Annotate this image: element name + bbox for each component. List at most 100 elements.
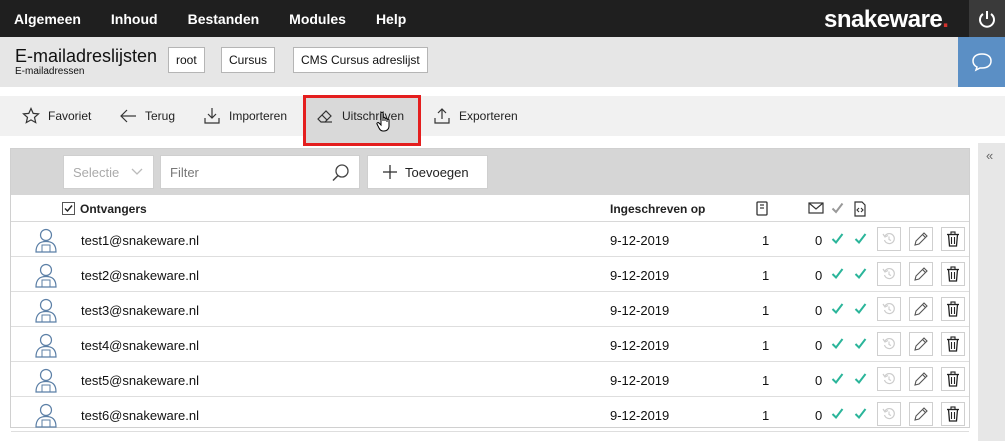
pencil-icon (914, 302, 928, 316)
arrow-left-icon (120, 109, 136, 123)
table-row[interactable]: test4@snakeware.nl 9-12-2019 1 0 (11, 327, 969, 362)
chat-button[interactable] (958, 37, 1005, 87)
pencil-icon (914, 407, 928, 421)
favoriet-button[interactable]: Favoriet (22, 96, 91, 136)
collapse-sidebar-button[interactable]: « (986, 148, 993, 163)
row-email[interactable]: test3@snakeware.nl (81, 303, 199, 318)
table-header: Ontvangers Ingeschreven op (11, 195, 969, 222)
edit-button[interactable] (909, 332, 933, 356)
filter-bar: Selectie Filter Toevoegen (11, 149, 969, 195)
restore-icon (882, 267, 895, 280)
delete-button[interactable] (941, 402, 965, 426)
pencil-icon (914, 372, 928, 386)
chevron-down-icon (131, 168, 143, 175)
eraser-icon (317, 110, 332, 123)
delete-button[interactable] (941, 297, 965, 321)
check-icon (854, 338, 867, 350)
edit-button[interactable] (909, 297, 933, 321)
table-row[interactable]: test3@snakeware.nl 9-12-2019 1 0 (11, 292, 969, 327)
search-icon[interactable] (331, 163, 351, 183)
breadcrumb-adreslijst[interactable]: CMS Cursus adreslijst (293, 47, 428, 73)
power-icon (979, 10, 995, 28)
page-title: E-mailadreslijsten (15, 46, 158, 66)
envelope-icon (808, 202, 824, 214)
edit-button[interactable] (909, 262, 933, 286)
trash-icon (947, 231, 959, 247)
restore-button[interactable] (877, 332, 901, 356)
delete-button[interactable] (941, 367, 965, 391)
row-count-book: 1 (762, 303, 770, 318)
restore-button[interactable] (877, 402, 901, 426)
check-icon (831, 268, 844, 280)
pencil-icon (914, 267, 928, 281)
menu-inhoud[interactable]: Inhoud (111, 11, 158, 27)
trash-icon (947, 406, 959, 422)
row-email[interactable]: test5@snakeware.nl (81, 373, 199, 388)
row-date: 9-12-2019 (610, 233, 670, 248)
exporteren-button[interactable]: Exporteren (433, 96, 518, 136)
row-email[interactable]: test1@snakeware.nl (81, 233, 199, 248)
restore-button[interactable] (877, 262, 901, 286)
delete-button[interactable] (941, 332, 965, 356)
menu-modules[interactable]: Modules (289, 11, 346, 27)
menu-help[interactable]: Help (376, 11, 406, 27)
edit-button[interactable] (909, 367, 933, 391)
download-icon (204, 108, 220, 124)
toevoegen-button[interactable]: Toevoegen (367, 155, 488, 189)
row-date: 9-12-2019 (610, 408, 670, 423)
uitschrijven-label: Uitschrijven (342, 109, 405, 123)
column-ingeschreven-op[interactable]: Ingeschreven op (610, 202, 705, 216)
delete-button[interactable] (941, 262, 965, 286)
user-icon (35, 228, 57, 253)
star-icon (22, 107, 40, 124)
table-row[interactable]: test1@snakeware.nl 9-12-2019 1 0 (11, 222, 969, 257)
check-icon (831, 303, 844, 315)
check-icon (854, 373, 867, 385)
row-email[interactable]: test4@snakeware.nl (81, 338, 199, 353)
row-count-mail: 0 (815, 233, 823, 248)
terug-label: Terug (145, 109, 176, 123)
menu-bestanden[interactable]: Bestanden (188, 11, 260, 27)
restore-icon (882, 337, 895, 350)
row-count-mail: 0 (815, 303, 823, 318)
row-count-book: 1 (762, 268, 770, 283)
brand-name: snakeware (824, 6, 943, 33)
importeren-button[interactable]: Importeren (203, 96, 287, 136)
edit-button[interactable] (909, 227, 933, 251)
main-menu: Algemeen Inhoud Bestanden Modules Help (0, 0, 422, 37)
check-icon (831, 408, 844, 420)
table-row[interactable]: test2@snakeware.nl 9-12-2019 1 0 (11, 257, 969, 292)
selectie-dropdown[interactable]: Selectie (63, 155, 154, 189)
row-email[interactable]: test6@snakeware.nl (81, 408, 199, 423)
row-email[interactable]: test2@snakeware.nl (81, 268, 199, 283)
column-ontvangers[interactable]: Ontvangers (80, 202, 147, 216)
brand-logo: snakeware. (824, 6, 949, 34)
breadcrumb-cursus[interactable]: Cursus (221, 47, 276, 73)
row-count-book: 1 (762, 233, 770, 248)
user-icon (35, 298, 57, 323)
edit-button[interactable] (909, 402, 933, 426)
table-row[interactable]: test6@snakeware.nl 9-12-2019 1 0 (11, 397, 969, 432)
terug-button[interactable]: Terug (119, 96, 175, 136)
favoriet-label: Favoriet (48, 109, 92, 123)
restore-button[interactable] (877, 297, 901, 321)
select-all-checkbox[interactable] (62, 202, 75, 215)
row-date: 9-12-2019 (610, 303, 670, 318)
pencil-icon (914, 232, 928, 246)
right-sidebar: « (978, 143, 1005, 441)
delete-button[interactable] (941, 227, 965, 251)
upload-icon (434, 108, 450, 124)
menu-algemeen[interactable]: Algemeen (14, 11, 81, 27)
restore-button[interactable] (877, 227, 901, 251)
importeren-label: Importeren (229, 109, 288, 123)
breadcrumb-root[interactable]: root (168, 47, 205, 73)
brand-dot: . (942, 6, 949, 33)
table-row[interactable]: test5@snakeware.nl 9-12-2019 1 0 (11, 362, 969, 397)
restore-button[interactable] (877, 367, 901, 391)
power-button[interactable] (969, 0, 1005, 37)
check-icon (854, 268, 867, 280)
toevoegen-label: Toevoegen (405, 164, 469, 180)
filter-input[interactable]: Filter (160, 155, 360, 189)
check-grey-icon (831, 202, 844, 214)
row-date: 9-12-2019 (610, 373, 670, 388)
